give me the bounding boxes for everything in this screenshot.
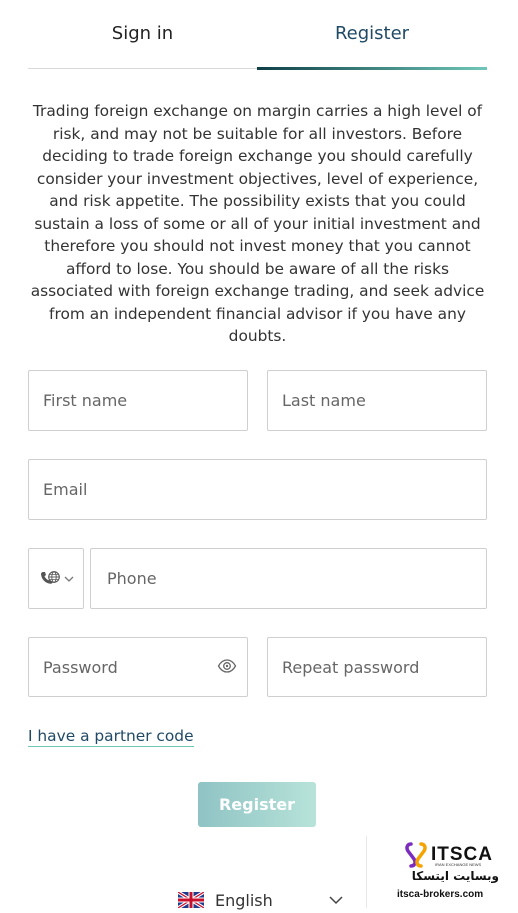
- watermark-persian-text: وبسایت ایتسکا: [411, 869, 499, 883]
- email-field-container: [28, 459, 487, 520]
- tab-register[interactable]: Register: [257, 0, 487, 66]
- register-button[interactable]: Register: [198, 782, 316, 827]
- last-name-field-container: [267, 370, 487, 431]
- itsca-logo-icon: [405, 842, 427, 868]
- phone-field-container: [90, 548, 487, 609]
- partner-code-link[interactable]: I have a partner code: [28, 727, 194, 747]
- phone-globe-icon: [41, 570, 60, 584]
- first-name-input[interactable]: [29, 371, 247, 430]
- email-input[interactable]: [29, 460, 486, 519]
- language-selector[interactable]: English: [178, 887, 343, 913]
- uk-flag-icon: [178, 892, 204, 908]
- repeat-password-field-container: [267, 637, 487, 697]
- repeat-password-input[interactable]: [268, 638, 486, 696]
- phone-country-code-select[interactable]: [28, 548, 84, 609]
- tab-sign-in[interactable]: Sign in: [28, 0, 257, 66]
- risk-disclaimer: Trading foreign exchange on margin carri…: [30, 102, 485, 345]
- password-input[interactable]: [29, 638, 247, 696]
- eye-icon[interactable]: [217, 656, 237, 676]
- password-field-container: [28, 637, 248, 697]
- watermark-url: itsca-brokers.com: [397, 889, 484, 900]
- last-name-input[interactable]: [268, 371, 486, 430]
- active-tab-indicator: [257, 67, 487, 70]
- first-name-field-container: [28, 370, 248, 431]
- chevron-down-icon: [64, 576, 74, 582]
- itsca-watermark: ITSCA IRAN EXCHANGE NEWS وبسایت ایتسکا i…: [366, 836, 518, 908]
- language-label: English: [215, 890, 273, 910]
- phone-input[interactable]: [91, 549, 486, 608]
- watermark-subtitle: IRAN EXCHANGE NEWS: [435, 862, 482, 867]
- auth-tabs: Sign in Register: [28, 0, 487, 70]
- chevron-down-icon: [329, 896, 343, 905]
